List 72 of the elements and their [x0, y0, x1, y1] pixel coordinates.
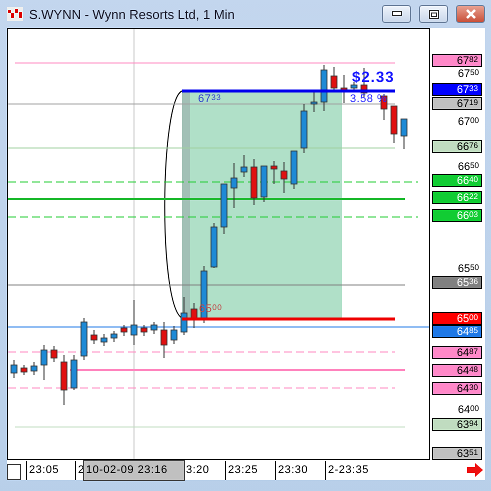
- candlestick: [250, 158, 258, 206]
- minimize-button[interactable]: [382, 5, 411, 23]
- candlestick: [330, 66, 338, 92]
- time-label: 3:20: [185, 463, 210, 478]
- close-icon: [464, 9, 476, 19]
- price-tag: 67$^{82}$: [432, 54, 482, 67]
- cursor-time-label: 10-02-09 23:16: [84, 461, 184, 480]
- price-tag: 67$^{19}$: [432, 97, 482, 110]
- price-tag: 66$^{76}$: [432, 140, 482, 153]
- time-label: 2-23:35: [325, 461, 395, 480]
- window-title: S.WYNN - Wynn Resorts Ltd, 1 Min: [29, 6, 236, 22]
- candlestick: [90, 330, 98, 344]
- candlestick: [10, 360, 18, 378]
- candlestick: [210, 222, 218, 268]
- price-tick-label: 67$^{50}$: [456, 68, 480, 81]
- price-tag: 64$^{30}$: [432, 382, 482, 395]
- candlestick: [160, 322, 168, 358]
- candlestick: [30, 362, 38, 376]
- price-tag: 63$^{51}$: [432, 447, 482, 460]
- candlestick: [110, 330, 118, 342]
- candlestick: [40, 344, 48, 380]
- candlestick: [170, 326, 178, 344]
- candlestick: [310, 90, 318, 112]
- candlestick: [100, 334, 108, 346]
- candlestick: [70, 354, 78, 390]
- candlestick: [400, 118, 408, 150]
- candlestick: [20, 364, 28, 376]
- maximize-icon: [428, 10, 438, 18]
- price-tag: 65$^{36}$: [432, 276, 482, 289]
- price-tag: 66$^{40}$: [432, 174, 482, 187]
- candlestick: [270, 160, 278, 184]
- price-tag: 66$^{03}$: [432, 209, 482, 222]
- candlestick: [130, 300, 138, 346]
- candlestick: [80, 318, 88, 360]
- price-tick-label: 66$^{50}$: [456, 161, 480, 174]
- candlestick: [140, 324, 148, 336]
- price-tag: 64$^{87}$: [432, 346, 482, 359]
- close-button[interactable]: [456, 5, 485, 23]
- price-tag: 67$^{33}$: [432, 83, 482, 96]
- time-label: 23:05: [26, 461, 75, 480]
- candlestick: [340, 74, 348, 104]
- candlestick: [390, 106, 398, 144]
- price-tag: 64$^{85}$: [432, 325, 482, 338]
- candlestick: [230, 162, 238, 208]
- scroll-right-arrow-icon[interactable]: [467, 463, 483, 477]
- price-tag: 66$^{22}$: [432, 191, 482, 204]
- candlestick: [240, 154, 248, 178]
- candlestick: [120, 324, 128, 336]
- app-icon: [7, 7, 23, 21]
- price-tick-label: 65$^{50}$: [456, 263, 480, 276]
- candlestick: [220, 184, 228, 234]
- price-tick-label: 64$^{00}$: [456, 404, 480, 417]
- candlestick: [180, 296, 188, 336]
- candlestick: [290, 150, 298, 190]
- level-price-text: 65$^{00}$: [199, 304, 222, 315]
- candlestick: [300, 104, 308, 154]
- candlestick: [60, 354, 68, 406]
- time-label: 23:25: [225, 461, 275, 480]
- time-label: 23:30: [275, 461, 325, 480]
- level-price-text: 67$^{33}$: [198, 94, 222, 105]
- price-tick-label: 67$^{00}$: [456, 116, 480, 129]
- price-tag: 63$^{94}$: [432, 418, 482, 431]
- minimize-icon: [392, 11, 402, 17]
- candlestick: [190, 302, 198, 328]
- candlestick: [150, 322, 158, 334]
- maximize-button[interactable]: [419, 5, 448, 23]
- price-tag: 64$^{48}$: [432, 364, 482, 377]
- candlestick: [280, 162, 288, 194]
- candlestick: [260, 166, 268, 202]
- candlestick: [320, 64, 328, 112]
- price-tag: 65$^{00}$: [432, 312, 482, 325]
- candlestick: [50, 346, 58, 362]
